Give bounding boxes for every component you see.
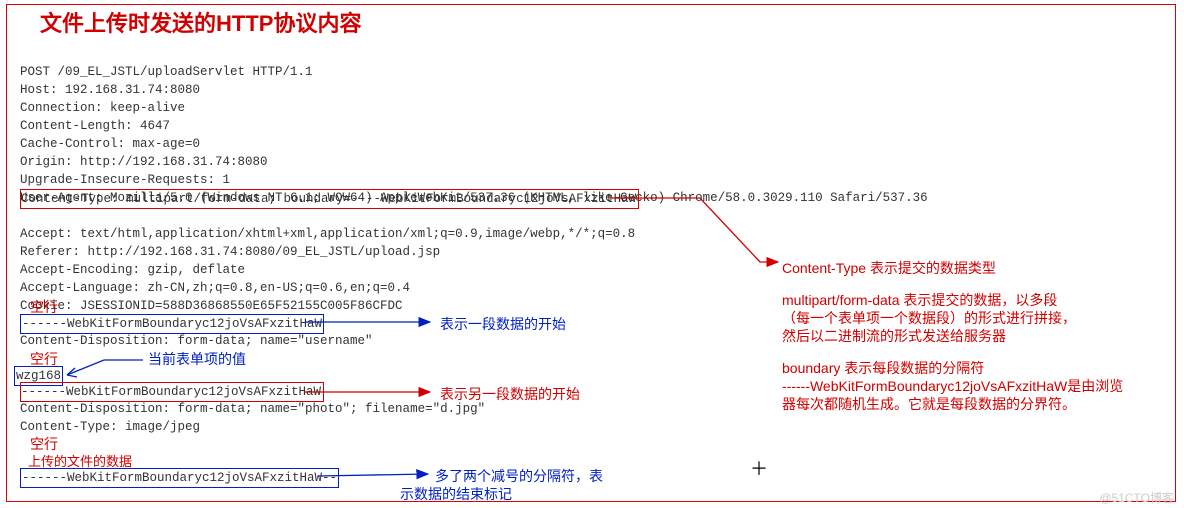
accept-language: Accept-Language: zh-CN,zh;q=0.8,en-US;q=… [20,281,410,295]
content-type-row: Content-Type: multipart/form-data; bound… [20,189,639,209]
http-lines-2: Accept: text/html,application/xhtml+xml,… [20,207,635,315]
end-seg-label-1: 多了两个减号的分隔符，表 [435,466,603,486]
ct-expl: Content-Type 表示提交的数据类型 [782,258,996,278]
start-seg2-label: 表示另一段数据的开始 [440,384,580,404]
mp-expl-3: 然后以二进制流的形式发送给服务器 [782,326,1006,346]
content-type-box: Content-Type: multipart/form-data; bound… [20,189,639,209]
current-value-label: 当前表单项的值 [148,349,246,369]
content-disposition-1: Content-Disposition: form-data; name="us… [20,332,373,350]
cookie: Cookie: JSESSIONID=588D36868550E65F52155… [20,299,403,313]
content-disposition-2: Content-Disposition: form-data; name="ph… [20,400,485,418]
content-length: Content-Length: 4647 [20,119,170,133]
connection: Connection: keep-alive [20,101,185,115]
boundary-1-row: ------WebKitFormBoundaryc12joVsAFxzitHaW [20,314,324,334]
boundary-end-row: ------WebKitFormBoundaryc12joVsAFxzitHaW… [20,468,339,488]
watermark: @51CTO博客 [1099,489,1174,506]
boundary-2-row: ------WebKitFormBoundaryc12joVsAFxzitHaW [20,382,324,402]
bd-expl-2: ------WebKitFormBoundaryc12joVsAFxzitHaW… [782,376,1123,396]
cursor-icon: ＋ [750,455,768,481]
bd-expl-3: 器每次都随机生成。它就是每段数据的分界符。 [782,394,1076,414]
end-seg-label-2: 示数据的结束标记 [400,484,512,504]
origin: Origin: http://192.168.31.74:8080 [20,155,268,169]
boundary-2-box: ------WebKitFormBoundaryc12joVsAFxzitHaW [20,382,324,402]
referer: Referer: http://192.168.31.74:8080/09_EL… [20,245,440,259]
bd-expl-1: boundary 表示每段数据的分隔符 [782,358,984,378]
http-lines: POST /09_EL_JSTL/uploadServlet HTTP/1.1 … [20,45,928,207]
start-seg-label: 表示一段数据的开始 [440,314,566,334]
upgrade: Upgrade-Insecure-Requests: 1 [20,173,230,187]
accept-encoding: Accept-Encoding: gzip, deflate [20,263,245,277]
req-line: POST /09_EL_JSTL/uploadServlet HTTP/1.1 [20,65,313,79]
host: Host: 192.168.31.74:8080 [20,83,200,97]
accept: Accept: text/html,application/xhtml+xml,… [20,227,635,241]
cache-control: Cache-Control: max-age=0 [20,137,200,151]
heading: 文件上传时发送的HTTP协议内容 [40,6,361,38]
boundary-end-box: ------WebKitFormBoundaryc12joVsAFxzitHaW… [20,468,339,488]
mp-expl-1: multipart/form-data 表示提交的数据，以多段 [782,290,1057,310]
boundary-1-box: ------WebKitFormBoundaryc12joVsAFxzitHaW [20,314,324,334]
mp-expl-2: （每一个表单项一个数据段）的形式进行拼接， [782,308,1076,328]
